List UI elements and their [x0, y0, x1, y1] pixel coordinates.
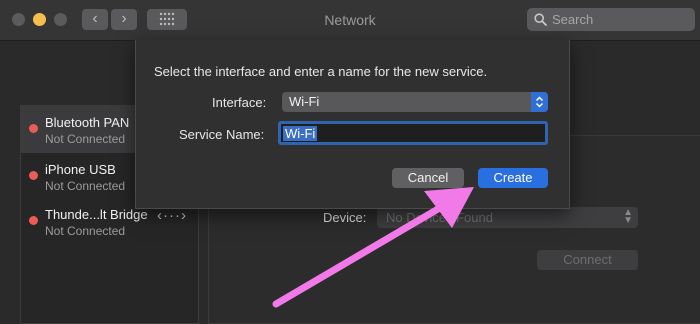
service-status: Not Connected — [45, 132, 126, 146]
cancel-button[interactable]: Cancel — [392, 168, 464, 188]
interface-select[interactable]: Wi-Fi — [282, 92, 548, 112]
status-dot-icon — [29, 124, 38, 133]
interface-select-value: Wi-Fi — [289, 94, 320, 109]
search-input[interactable]: Search — [527, 8, 695, 31]
create-button[interactable]: Create — [478, 168, 548, 188]
service-name: iPhone USB — [45, 162, 116, 177]
search-placeholder: Search — [552, 12, 594, 27]
status-dot-icon — [29, 171, 38, 180]
device-select-value: No Devices Found — [386, 210, 493, 225]
service-arrows-icon[interactable]: ‹···› — [157, 207, 187, 224]
service-name-label: Service Name: — [179, 127, 265, 142]
interface-select-stepper[interactable] — [531, 92, 548, 112]
chevron-updown-icon — [535, 96, 544, 108]
service-status: Not Connected — [45, 224, 126, 238]
title-bar: ‹ › Network Search — [0, 0, 700, 41]
dialog-message: Select the interface and enter a name fo… — [154, 64, 488, 79]
service-status: Not Connected — [45, 179, 126, 193]
status-dot-icon — [29, 216, 38, 225]
device-select[interactable]: No Devices Found ▲ ▼ — [377, 207, 638, 228]
service-name: Thunde...lt Bridge — [45, 207, 148, 222]
service-name: Bluetooth PAN — [45, 115, 130, 130]
device-label: Device: — [323, 210, 367, 225]
chevron-updown-icon: ▲ ▼ — [623, 207, 633, 226]
service-name-value: Wi-Fi — [283, 126, 318, 141]
new-service-dialog: Select the interface and enter a name fo… — [135, 40, 570, 209]
connect-button[interactable]: Connect — [537, 250, 638, 270]
search-icon — [534, 13, 547, 26]
service-name-field[interactable]: Wi-Fi — [278, 121, 548, 145]
interface-label: Interface: — [212, 95, 267, 110]
